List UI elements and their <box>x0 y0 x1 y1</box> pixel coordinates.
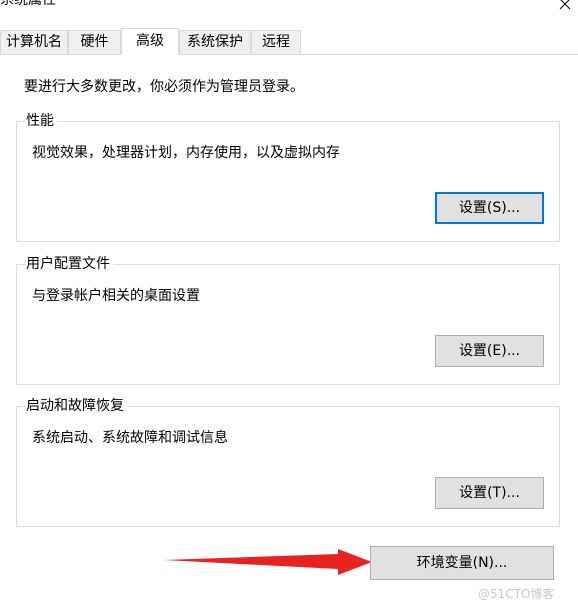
system-properties-window: 系统属性 计算机名 硬件 高级 系统保护 远程 要进行大多数更改，你必须作为管理… <box>0 0 578 611</box>
tab-strip: 计算机名 硬件 高级 系统保护 远程 <box>0 0 578 56</box>
startup-recovery-group-title: 启动和故障恢复 <box>25 397 127 415</box>
performance-group-title: 性能 <box>25 112 57 130</box>
performance-description: 视觉效果，处理器计划，内存使用，以及虚拟内存 <box>32 145 340 161</box>
tab-divider <box>0 54 578 55</box>
tab-computer-name[interactable]: 计算机名 <box>0 30 68 54</box>
tab-advanced[interactable]: 高级 <box>121 28 179 55</box>
environment-variables-button[interactable]: 环境变量(N)... <box>370 546 554 580</box>
startup-recovery-settings-button[interactable]: 设置(T)... <box>435 477 544 509</box>
watermark: @51CTO博客 <box>478 587 555 601</box>
user-profiles-description: 与登录帐户相关的桌面设置 <box>32 288 200 304</box>
user-profiles-settings-button[interactable]: 设置(E)... <box>435 335 544 367</box>
annotation-arrow-icon <box>164 549 372 575</box>
admin-notice: 要进行大多数更改，你必须作为管理员登录。 <box>24 79 304 95</box>
performance-group: 性能 视觉效果，处理器计划，内存使用，以及虚拟内存 设置(S)... <box>16 112 560 242</box>
performance-settings-button[interactable]: 设置(S)... <box>435 192 544 224</box>
startup-recovery-description: 系统启动、系统故障和调试信息 <box>32 430 228 446</box>
tab-hardware[interactable]: 硬件 <box>68 30 121 54</box>
tab-remote[interactable]: 远程 <box>251 30 301 54</box>
startup-recovery-group: 启动和故障恢复 系统启动、系统故障和调试信息 设置(T)... <box>16 397 560 527</box>
tab-system-protection[interactable]: 系统保护 <box>179 30 251 54</box>
user-profiles-group-title: 用户配置文件 <box>25 255 113 273</box>
user-profiles-group: 用户配置文件 与登录帐户相关的桌面设置 设置(E)... <box>16 255 560 385</box>
